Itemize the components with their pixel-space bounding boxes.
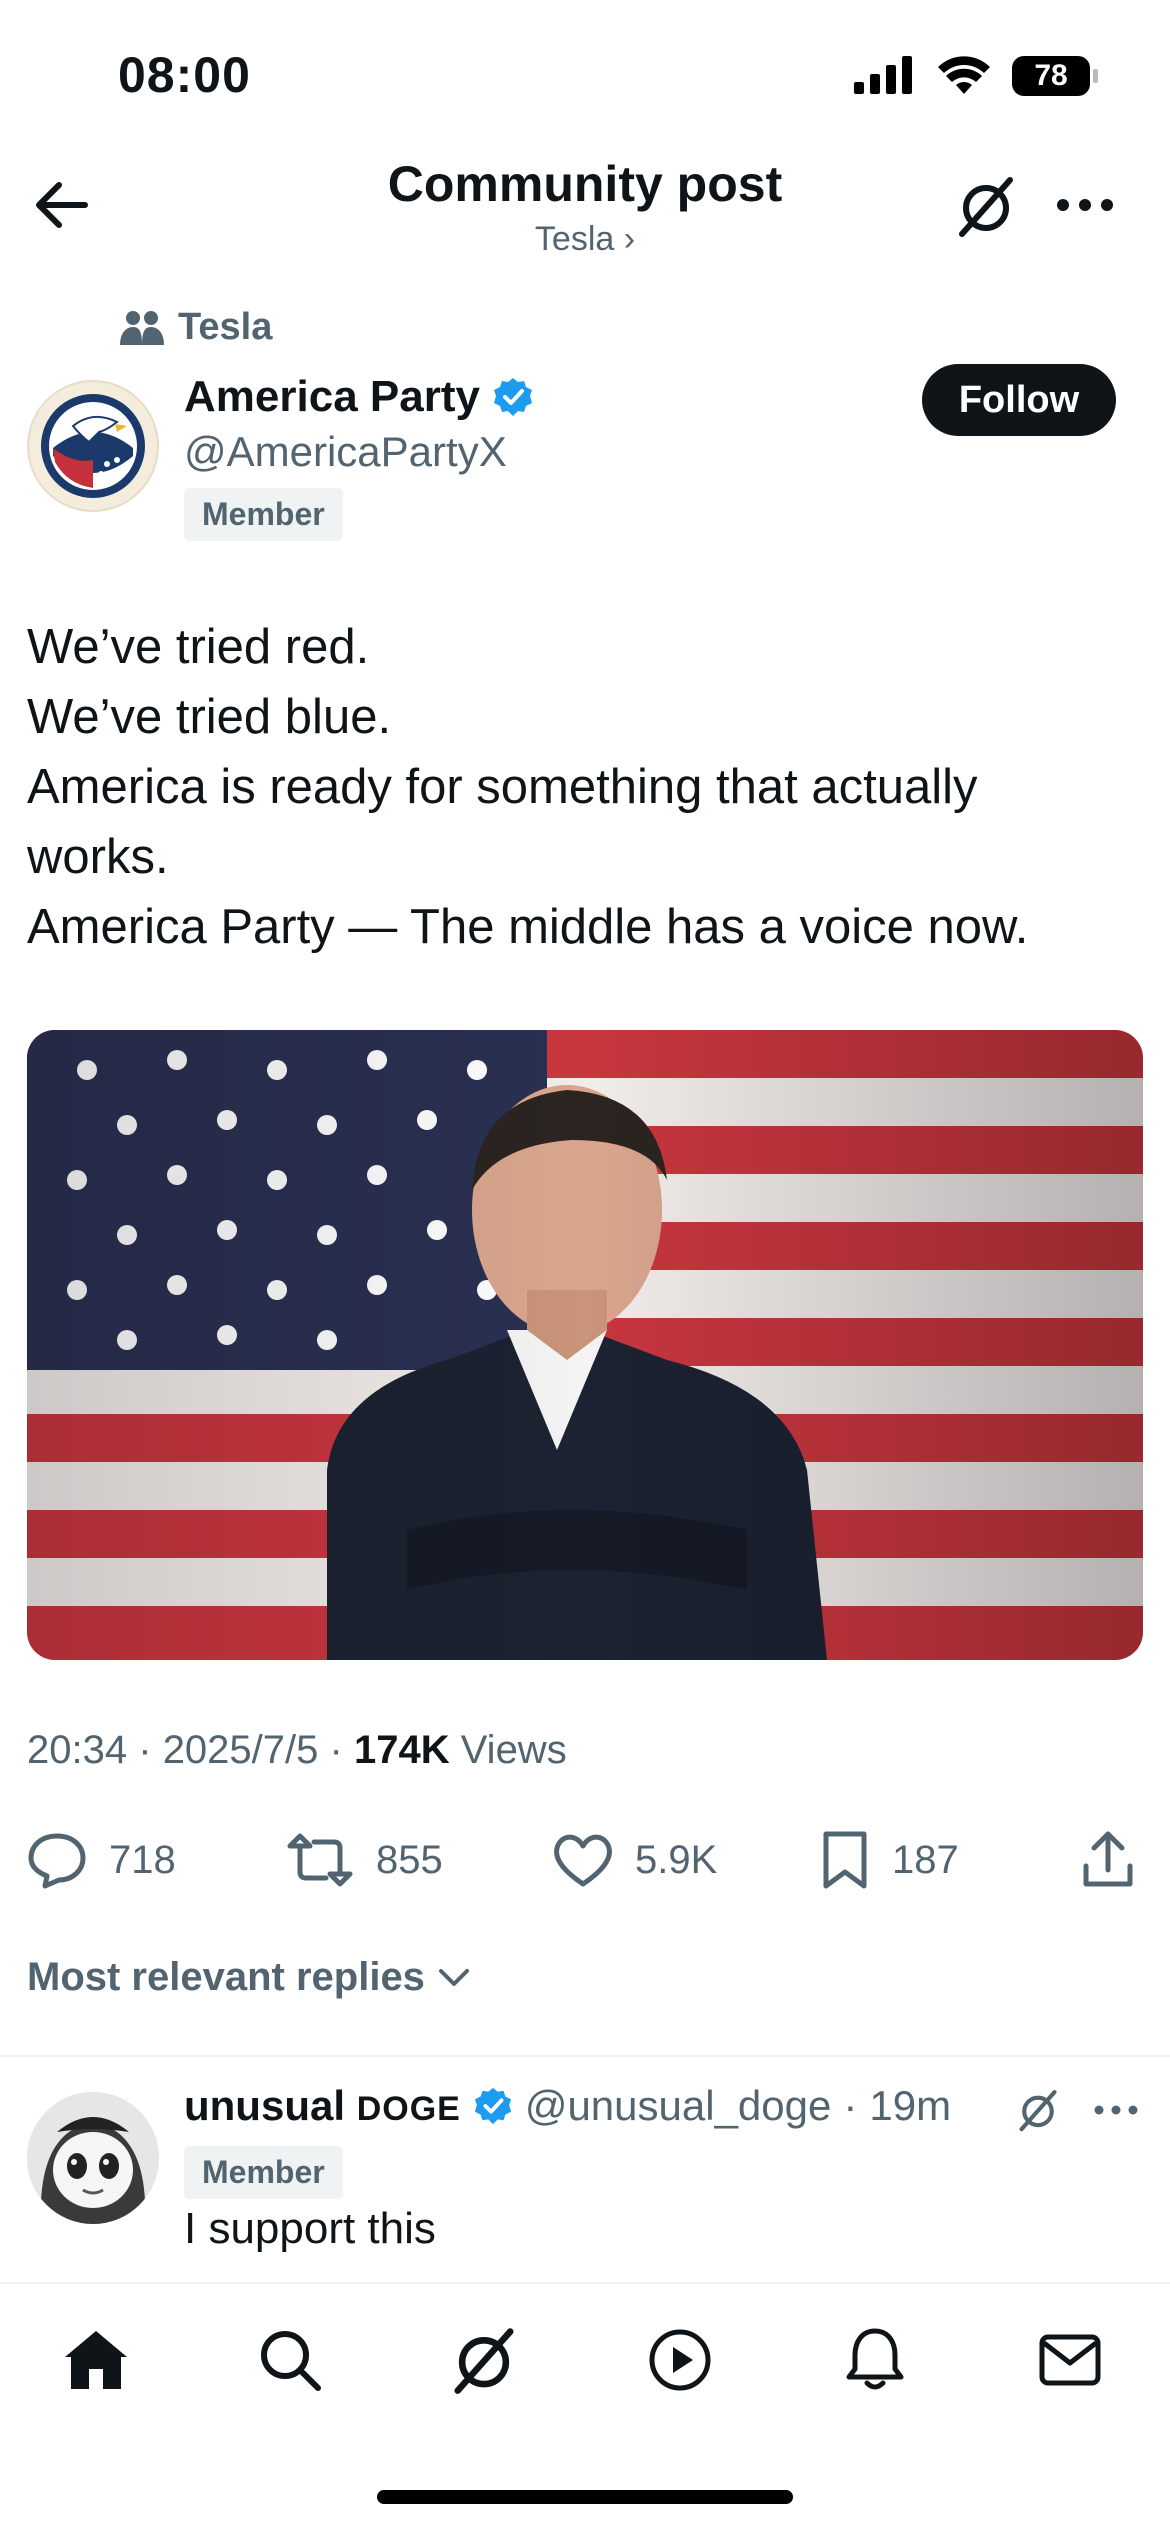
replies-sort-label: Most relevant replies — [27, 1955, 425, 1999]
battery-indicator: 78 — [1012, 56, 1098, 96]
reply-time: 19m — [869, 2082, 952, 2129]
post-text-line: We’ve tried blue. — [27, 690, 392, 744]
avatar[interactable] — [27, 380, 159, 512]
battery-level: 78 — [1034, 59, 1068, 92]
bookmark-button[interactable]: 187 — [820, 1820, 959, 1900]
status-icons: 78 — [854, 56, 1098, 96]
tab-messages[interactable] — [1020, 2310, 1120, 2410]
repost-icon — [287, 1833, 353, 1887]
repost-count: 855 — [376, 1837, 443, 1882]
community-label[interactable]: Tesla — [120, 306, 272, 349]
post-date: 2025/7/5 — [162, 1728, 319, 1772]
bookmark-count: 187 — [892, 1837, 959, 1882]
grok-icon — [454, 2328, 514, 2394]
reply-author-name[interactable]: unusual DOGE — [184, 2082, 461, 2130]
post-text-line: works. — [27, 830, 169, 884]
post-text-line: America is ready for something that actu… — [27, 760, 978, 814]
share-icon — [1083, 1831, 1133, 1887]
bell-icon — [846, 2328, 904, 2390]
reply-grok-button[interactable] — [1008, 2080, 1068, 2140]
separator: · — [138, 1728, 152, 1772]
flag-portrait-image — [27, 1030, 1143, 1660]
author-handle[interactable]: @AmericaPartyX — [184, 428, 507, 476]
mail-icon — [1039, 2334, 1101, 2386]
post-time: 20:34 — [27, 1728, 128, 1772]
author-name[interactable]: America Party — [184, 372, 480, 422]
status-time: 08:00 — [118, 47, 251, 103]
play-icon — [649, 2329, 711, 2391]
views-label[interactable]: Views — [461, 1728, 567, 1772]
comment-icon — [28, 1833, 86, 1889]
separator: · — [329, 1728, 343, 1772]
post-text-line: We’ve tried red. — [27, 620, 370, 674]
grok-button[interactable] — [950, 170, 1022, 242]
views-count[interactable]: 174K — [354, 1728, 450, 1772]
verified-badge-icon — [474, 2087, 511, 2125]
grok-icon — [1019, 2090, 1057, 2132]
like-button[interactable]: 5.9K — [553, 1820, 717, 1900]
reply-more-button[interactable] — [1086, 2080, 1146, 2140]
chevron-down-icon — [438, 1968, 469, 1986]
community-name: Tesla — [178, 306, 273, 348]
search-icon — [261, 2331, 321, 2391]
share-button[interactable] — [1080, 1820, 1136, 1900]
america-party-logo — [41, 394, 145, 498]
wifi-icon — [938, 56, 990, 94]
tab-home[interactable] — [46, 2310, 146, 2410]
reply-avatar[interactable] — [27, 2092, 159, 2224]
reply-count: 718 — [109, 1837, 176, 1882]
more-horizontal-icon — [1094, 2105, 1138, 2115]
reply-text: I support this — [184, 2204, 436, 2253]
doge-avatar-image — [27, 2092, 159, 2224]
grok-icon — [959, 177, 1013, 237]
verified-badge-icon — [493, 378, 532, 416]
home-indicator[interactable] — [377, 2490, 793, 2504]
repost-button[interactable]: 855 — [286, 1820, 443, 1900]
post-image[interactable] — [27, 1030, 1143, 1660]
bookmark-icon — [823, 1831, 867, 1889]
post-meta: 20:34 · 2025/7/5 · 174K Views — [27, 1728, 567, 1773]
divider — [0, 2055, 1170, 2057]
heart-icon — [554, 1834, 612, 1887]
member-badge: Member — [184, 2146, 343, 2199]
member-badge: Member — [184, 488, 343, 541]
follow-button[interactable]: Follow — [922, 364, 1116, 436]
reply-button[interactable]: 718 — [27, 1820, 176, 1900]
tab-notifications[interactable] — [825, 2310, 925, 2410]
home-icon — [65, 2331, 127, 2389]
post-text: We’ve tried red. We’ve tried blue. Ameri… — [27, 612, 1137, 962]
reply-name-small: DOGE — [356, 2090, 461, 2128]
replies-sort-dropdown[interactable]: Most relevant replies — [27, 1955, 471, 2000]
tab-grok[interactable] — [434, 2310, 534, 2410]
tab-video[interactable] — [630, 2310, 730, 2410]
reply-handle[interactable]: @unusual_doge — [525, 2082, 832, 2130]
author-name-row[interactable]: America Party — [184, 372, 534, 422]
reply-name-main: unusual — [184, 2082, 346, 2129]
reply-header: unusual DOGE @unusual_doge · 19m — [184, 2082, 951, 2130]
tab-search[interactable] — [240, 2310, 340, 2410]
post-text-line: America Party — The middle has a voice n… — [27, 900, 1029, 954]
people-icon — [120, 310, 164, 345]
separator: · — [843, 2082, 858, 2129]
like-count: 5.9K — [635, 1837, 718, 1882]
more-horizontal-icon — [1057, 199, 1113, 211]
more-options-button[interactable] — [1050, 170, 1120, 240]
cellular-signal-icon — [854, 56, 912, 94]
